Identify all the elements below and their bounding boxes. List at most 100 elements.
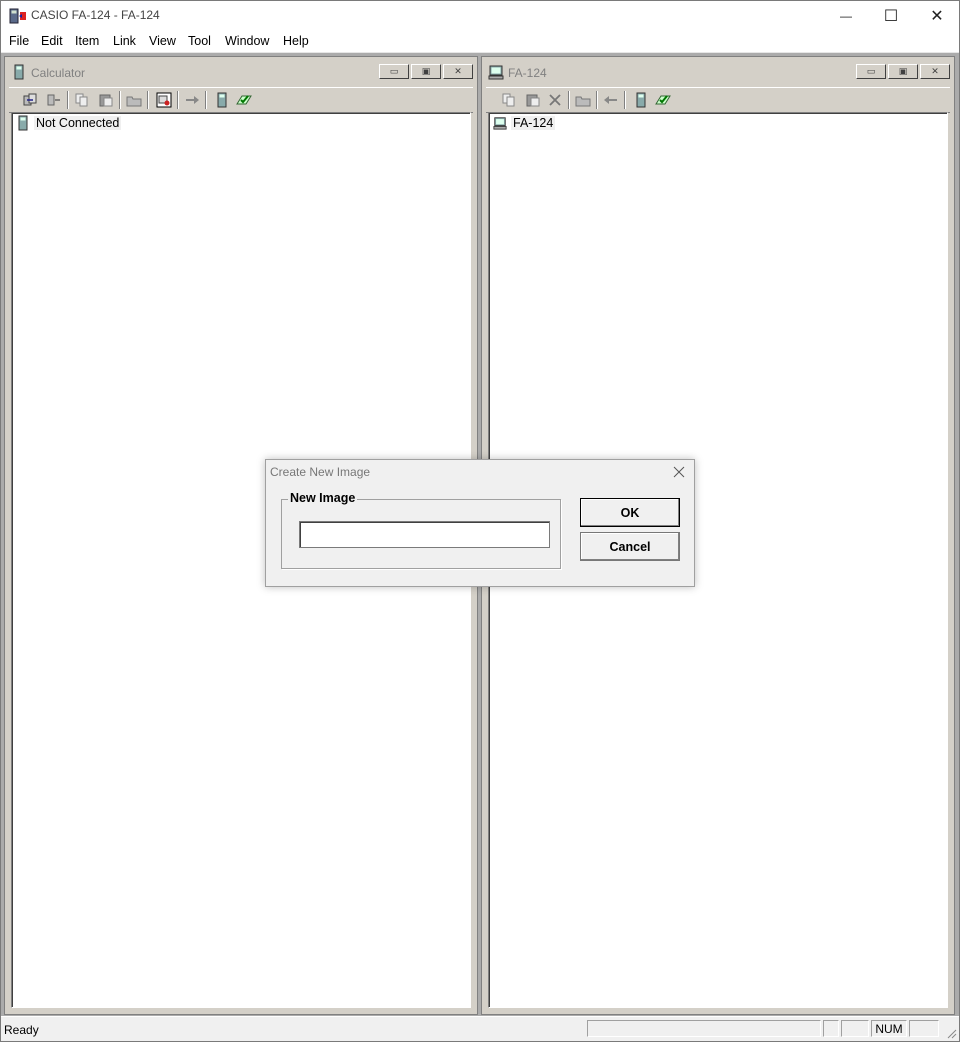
paste-icon <box>526 94 540 107</box>
check-book-icon <box>655 95 671 105</box>
ok-button[interactable]: OK <box>580 498 680 527</box>
restore-icon: ▣ <box>421 66 431 76</box>
fa124-caption[interactable]: FA-124 ▭ ▣ ✕ <box>484 59 952 85</box>
fa124-restore-button[interactable]: ▣ <box>888 64 918 79</box>
calculator-view-button[interactable] <box>632 91 650 109</box>
fa124-minimize-button[interactable]: ▭ <box>856 64 886 79</box>
toolbar-separator <box>596 91 598 109</box>
dialog-title: Create New Image <box>270 465 371 479</box>
tree-item-label: Not Connected <box>34 116 122 130</box>
arrow-left-icon <box>604 96 617 104</box>
folder-icon <box>575 96 591 107</box>
toolbar-separator <box>624 91 626 109</box>
calculator-close-button[interactable]: ✕ <box>443 64 473 79</box>
calculator-title: Calculator <box>31 66 86 80</box>
casio-app-icon <box>9 8 26 24</box>
toolbar-separator <box>205 91 207 109</box>
computer-icon <box>488 65 504 80</box>
new-image-group-label: New Image <box>288 491 358 505</box>
delete-button[interactable] <box>546 91 564 109</box>
menu-edit[interactable]: Edit <box>41 34 63 48</box>
close-icon <box>673 466 685 478</box>
copy-button[interactable] <box>500 91 518 109</box>
calculator-restore-button[interactable]: ▣ <box>411 64 441 79</box>
tree-item-fa124[interactable]: FA-124 <box>493 115 556 131</box>
tree-item-label: FA-124 <box>511 116 556 130</box>
capture-button[interactable] <box>155 91 173 109</box>
send-button[interactable] <box>21 91 39 109</box>
fa124-close-button[interactable]: ✕ <box>920 64 950 79</box>
window-title: CASIO FA-124 - FA-124 <box>31 8 160 22</box>
minimize-button[interactable]: — <box>823 1 869 31</box>
paste-button[interactable] <box>524 91 542 109</box>
copy-icon <box>75 93 88 107</box>
fa124-title: FA-124 <box>508 66 547 80</box>
restore-icon: ▣ <box>898 66 908 76</box>
dialog-close-button[interactable] <box>670 463 688 481</box>
image-name-input[interactable] <box>299 521 550 548</box>
menu-view[interactable]: View <box>149 34 176 48</box>
paste-button[interactable] <box>97 91 115 109</box>
check-book-icon <box>236 95 252 105</box>
create-new-image-dialog: Create New Image New Image OK Cancel <box>265 459 695 587</box>
arrow-right-icon <box>186 96 199 104</box>
close-icon: ✕ <box>454 66 462 76</box>
status-pane-progress <box>587 1020 821 1037</box>
toolbar-separator <box>119 91 121 109</box>
calculator-caption[interactable]: Calculator ▭ ▣ ✕ <box>7 59 475 85</box>
status-pane-num: NUM <box>871 1020 907 1037</box>
fa124-toolbar <box>486 87 950 113</box>
close-icon: ✕ <box>930 8 944 25</box>
delete-x-icon <box>549 94 561 106</box>
calculator-minimize-button[interactable]: ▭ <box>379 64 409 79</box>
tree-item-not-connected[interactable]: Not Connected <box>16 115 122 131</box>
status-pane-caps <box>823 1020 839 1037</box>
copy-button[interactable] <box>73 91 91 109</box>
close-button[interactable]: ✕ <box>914 1 960 31</box>
calculator-icon <box>636 92 646 108</box>
new-folder-button[interactable] <box>574 91 592 109</box>
folder-icon <box>126 96 142 107</box>
minimize-icon: ▭ <box>389 66 399 76</box>
menu-window[interactable]: Window <box>225 34 269 48</box>
transfer-right-button[interactable] <box>183 91 201 109</box>
calculator-view-button[interactable] <box>213 91 231 109</box>
check-button[interactable] <box>235 91 253 109</box>
resize-grip-icon[interactable] <box>945 1027 957 1039</box>
num-lock-indicator: NUM <box>875 1021 903 1036</box>
menu-tool[interactable]: Tool <box>188 34 211 48</box>
status-pane-empty <box>841 1020 869 1037</box>
menu-file[interactable]: File <box>9 34 29 48</box>
menu-bar: File Edit Item Link View Tool Window Hel… <box>1 31 959 53</box>
transfer-receive-icon <box>47 94 60 106</box>
calculator-toolbar <box>9 87 473 113</box>
receive-button[interactable] <box>45 91 63 109</box>
minimize-icon: ▭ <box>866 66 876 76</box>
copy-icon <box>502 93 515 107</box>
toolbar-separator <box>147 91 149 109</box>
calculator-icon <box>14 64 24 80</box>
maximize-button[interactable]: ☐ <box>868 1 914 31</box>
check-button[interactable] <box>654 91 672 109</box>
paste-icon <box>99 94 113 107</box>
toolbar-separator <box>568 91 570 109</box>
cancel-button[interactable]: Cancel <box>580 532 680 561</box>
calculator-icon <box>18 115 28 131</box>
maximize-icon: ☐ <box>883 8 899 25</box>
computer-icon <box>493 117 507 130</box>
status-text: Ready <box>4 1023 39 1037</box>
calculator-icon <box>217 92 227 108</box>
new-image-groupbox: New Image <box>281 491 561 569</box>
close-icon: ✕ <box>931 66 939 76</box>
toolbar-separator <box>177 91 179 109</box>
transfer-left-button[interactable] <box>602 91 620 109</box>
new-folder-button[interactable] <box>125 91 143 109</box>
toolbar-separator <box>67 91 69 109</box>
status-bar: Ready NUM <box>1 1016 959 1041</box>
screen-capture-icon <box>156 92 172 108</box>
menu-link[interactable]: Link <box>113 34 136 48</box>
title-bar[interactable]: CASIO FA-124 - FA-124 — ☐ ✕ <box>1 1 959 31</box>
menu-item[interactable]: Item <box>75 34 99 48</box>
menu-help[interactable]: Help <box>283 34 309 48</box>
status-pane-scroll <box>909 1020 939 1037</box>
